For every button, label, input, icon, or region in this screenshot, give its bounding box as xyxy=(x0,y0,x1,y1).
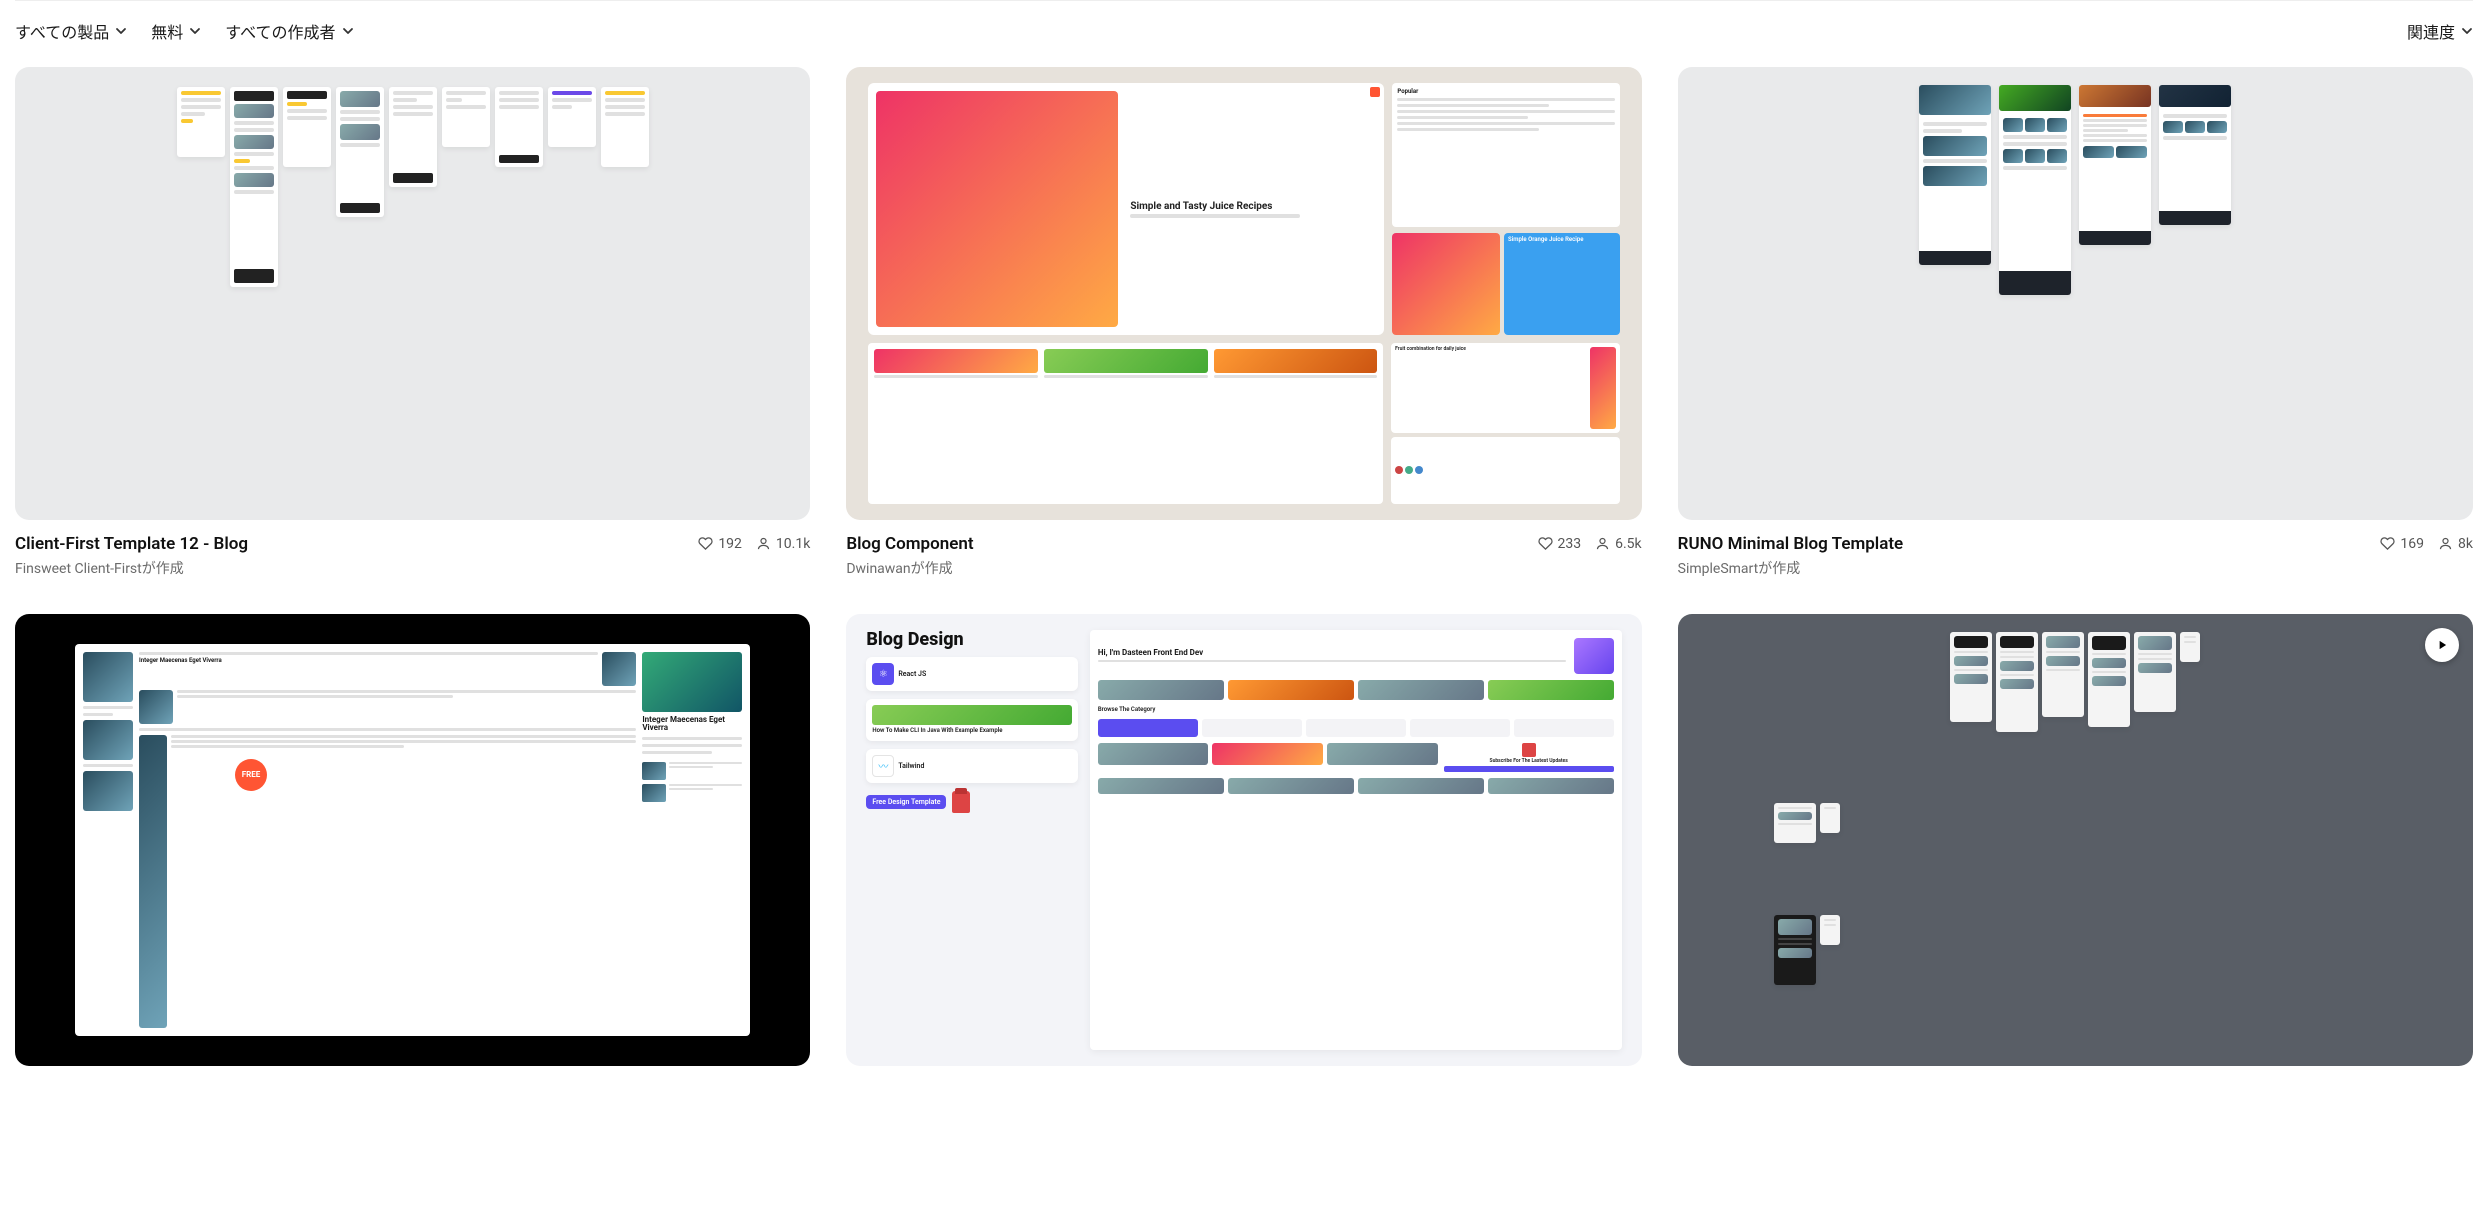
users-count: 6.5k xyxy=(1615,536,1642,552)
free-badge: FREE xyxy=(235,759,267,791)
hero-text: Simple and Tasty Juice Recipes xyxy=(1130,201,1372,212)
template-title: Client-First Template 12 - Blog xyxy=(15,534,248,554)
template-card[interactable] xyxy=(1678,614,2473,1067)
template-byline: Finsweet Client-Firstが作成 xyxy=(15,558,248,578)
template-byline: SimpleSmartが作成 xyxy=(1678,558,1904,578)
likes-count: 233 xyxy=(1558,536,1582,552)
template-card[interactable]: Blog Design ⚛ React JS How To Make CLI I… xyxy=(846,614,1641,1067)
play-icon xyxy=(2435,638,2449,652)
template-title: RUNO Minimal Blog Template xyxy=(1678,534,1904,554)
card-meta: RUNO Minimal Blog Template SimpleSmartが作… xyxy=(1678,520,2473,578)
template-thumbnail xyxy=(1678,614,2473,1067)
filter-creators-label: すべての作成者 xyxy=(225,19,335,43)
template-card[interactable]: Client-First Template 12 - Blog Finsweet… xyxy=(15,67,810,578)
users-stat: 10.1k xyxy=(756,536,810,552)
template-byline: Dwinawanが作成 xyxy=(846,558,973,578)
template-card[interactable]: RUNO Minimal Blog Template SimpleSmartが作… xyxy=(1678,67,2473,578)
card-meta: Client-First Template 12 - Blog Finsweet… xyxy=(15,520,810,578)
chevron-down-icon xyxy=(189,25,201,37)
heart-icon xyxy=(1538,536,1553,551)
sort-button[interactable]: 関連度 xyxy=(2407,19,2473,43)
filter-bar: すべての製品 無料 すべての作成者 関連度 xyxy=(15,0,2473,67)
card-meta: Blog Component Dwinawanが作成 233 6.5k xyxy=(846,520,1641,578)
users-count: 10.1k xyxy=(776,536,810,552)
likes-stat[interactable]: 192 xyxy=(698,536,742,552)
filter-left-group: すべての製品 無料 すべての作成者 xyxy=(15,19,354,43)
user-icon xyxy=(1595,536,1610,551)
thumbnail-headline: Blog Design xyxy=(866,630,1077,650)
sort-label: 関連度 xyxy=(2407,19,2455,43)
filter-products-label: すべての製品 xyxy=(15,19,109,43)
user-icon xyxy=(2438,536,2453,551)
template-thumbnail: Integer Maecenas Eget Viverra xyxy=(15,614,810,1067)
template-card[interactable]: Integer Maecenas Eget Viverra xyxy=(15,614,810,1067)
filter-creators-button[interactable]: すべての作成者 xyxy=(225,19,353,43)
heart-icon xyxy=(2380,536,2395,551)
filter-price-button[interactable]: 無料 xyxy=(151,19,201,43)
heart-icon xyxy=(698,536,713,551)
play-button[interactable] xyxy=(2425,628,2459,662)
likes-count: 192 xyxy=(718,536,742,552)
template-thumbnail xyxy=(15,67,810,520)
template-title: Blog Component xyxy=(846,534,973,554)
users-stat: 8k xyxy=(2438,536,2473,552)
chevron-down-icon xyxy=(2461,25,2473,37)
template-thumbnail: Simple and Tasty Juice Recipes Popular xyxy=(846,67,1641,520)
users-count: 8k xyxy=(2458,536,2473,552)
filter-products-button[interactable]: すべての製品 xyxy=(15,19,127,43)
template-card[interactable]: Simple and Tasty Juice Recipes Popular xyxy=(846,67,1641,578)
filter-price-label: 無料 xyxy=(151,19,183,43)
likes-count: 169 xyxy=(2400,536,2424,552)
hero-post-title: Integer Maecenas Eget Viverra xyxy=(642,716,742,734)
likes-stat[interactable]: 169 xyxy=(2380,536,2424,552)
chevron-down-icon xyxy=(342,25,354,37)
chevron-down-icon xyxy=(115,25,127,37)
user-icon xyxy=(756,536,771,551)
users-stat: 6.5k xyxy=(1595,536,1642,552)
results-grid: Client-First Template 12 - Blog Finsweet… xyxy=(15,67,2473,1066)
template-thumbnail: Blog Design ⚛ React JS How To Make CLI I… xyxy=(846,614,1641,1067)
likes-stat[interactable]: 233 xyxy=(1538,536,1582,552)
template-thumbnail xyxy=(1678,67,2473,520)
